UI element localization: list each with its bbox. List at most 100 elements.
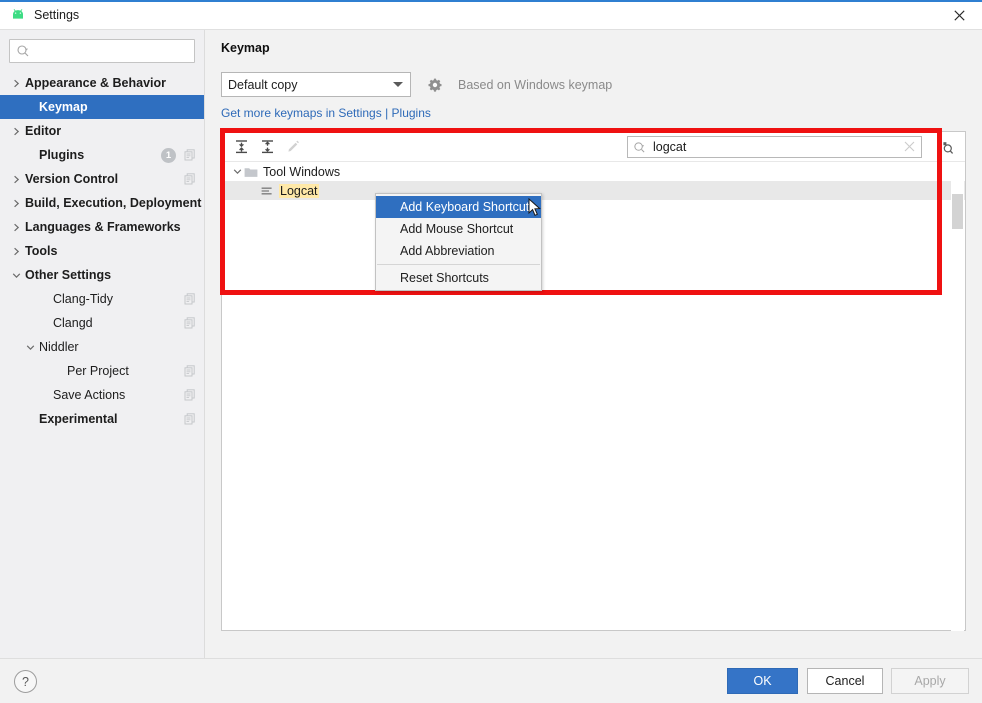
copy-settings-icon[interactable]	[184, 173, 196, 185]
collapse-all-icon[interactable]	[254, 135, 280, 159]
sidebar-item-label: Languages & Frameworks	[25, 220, 181, 234]
keymap-search-box[interactable]	[627, 136, 922, 158]
settings-content: Keymap Default copy Based on Windows key…	[206, 30, 982, 658]
close-icon[interactable]	[936, 1, 982, 29]
sidebar-item-per-project[interactable]: Per Project	[0, 359, 204, 383]
sidebar-item-label: Other Settings	[25, 268, 112, 282]
keymap-select-value: Default copy	[228, 77, 298, 92]
sidebar-item-label: Keymap	[39, 100, 88, 114]
context-menu-item-add-keyboard-shortcut[interactable]: Add Keyboard Shortcut	[376, 196, 541, 218]
sidebar-item-label: Clang-Tidy	[53, 292, 113, 306]
sidebar-item-clang-tidy[interactable]: Clang-Tidy	[0, 287, 204, 311]
folder-icon	[244, 166, 258, 178]
sidebar-item-appearance-behavior[interactable]: Appearance & Behavior	[0, 71, 204, 95]
sidebar-item-label: Version Control	[25, 172, 119, 186]
cancel-button[interactable]: Cancel	[807, 668, 883, 694]
find-by-shortcut-icon[interactable]	[932, 135, 958, 159]
context-menu-item-add-mouse-shortcut[interactable]: Add Mouse Shortcut	[376, 218, 541, 240]
context-menu-item-reset-shortcuts[interactable]: Reset Shortcuts	[376, 267, 541, 289]
copy-settings-icon[interactable]	[184, 317, 196, 329]
window-accent-line	[0, 0, 982, 2]
chevron-down-icon	[393, 82, 403, 87]
get-more-keymaps-link[interactable]: Get more keymaps in Settings | Plugins	[221, 106, 431, 120]
sidebar-item-languages-frameworks[interactable]: Languages & Frameworks	[0, 215, 204, 239]
sidebar-item-tools[interactable]: Tools	[0, 239, 204, 263]
search-icon	[633, 141, 646, 154]
keymap-node-label: Tool Windows	[263, 164, 341, 179]
keymap-tree: Tool Windows Logcat	[222, 162, 965, 200]
chevron-right-icon[interactable]	[10, 173, 22, 185]
sidebar-item-label: Clangd	[53, 316, 93, 330]
android-icon	[9, 6, 27, 24]
dialog-footer: ? OK Cancel Apply	[0, 658, 982, 703]
keymap-scrollbar-thumb[interactable]	[952, 194, 963, 229]
sidebar-item-label: Niddler	[39, 340, 79, 354]
sidebar-search-box[interactable]	[9, 39, 195, 63]
keymap-action-row[interactable]: Logcat	[222, 181, 965, 200]
sidebar-item-build-execution-deployment[interactable]: Build, Execution, Deployment	[0, 191, 204, 215]
window-titlebar: Settings	[0, 0, 982, 30]
sidebar-item-other-settings[interactable]: Other Settings	[0, 263, 204, 287]
keymap-node-label: Logcat	[279, 183, 319, 198]
chevron-down-icon[interactable]	[24, 341, 36, 353]
clear-x-icon[interactable]	[904, 141, 916, 153]
chevron-right-icon[interactable]	[10, 245, 22, 257]
expand-all-icon[interactable]	[228, 135, 254, 159]
sidebar-item-niddler[interactable]: Niddler	[0, 335, 204, 359]
sidebar-item-label: Tools	[25, 244, 58, 258]
keymap-controls-row: Default copy Based on Windows keymap	[221, 72, 612, 97]
sidebar-item-label: Editor	[25, 124, 62, 138]
keymap-search-input[interactable]	[651, 139, 904, 155]
sidebar-item-label: Build, Execution, Deployment	[25, 196, 202, 210]
ok-button[interactable]: OK	[727, 668, 798, 694]
edit-pencil-icon	[280, 135, 306, 159]
chevron-right-icon[interactable]	[10, 221, 22, 233]
sidebar-item-label: Experimental	[39, 412, 118, 426]
settings-sidebar: Appearance & Behavior Keymap Editor Plugins…	[0, 30, 205, 658]
context-menu-item-add-abbreviation[interactable]: Add Abbreviation	[376, 240, 541, 262]
page-title: Keymap	[221, 41, 270, 55]
sidebar-item-clangd[interactable]: Clangd	[0, 311, 204, 335]
based-on-label: Based on Windows keymap	[458, 77, 613, 92]
sidebar-item-version-control[interactable]: Version Control	[0, 167, 204, 191]
sidebar-item-editor[interactable]: Editor	[0, 119, 204, 143]
search-icon	[16, 44, 30, 58]
sidebar-item-label: Per Project	[67, 364, 129, 378]
chevron-right-icon[interactable]	[10, 77, 22, 89]
sidebar-tree: Appearance & Behavior Keymap Editor Plugins…	[0, 71, 204, 431]
context-menu-separator	[377, 264, 540, 265]
sidebar-item-experimental[interactable]: Experimental	[0, 407, 204, 431]
chevron-down-icon[interactable]	[230, 167, 244, 176]
apply-button: Apply	[891, 668, 969, 694]
sidebar-item-plugins[interactable]: Plugins 1	[0, 143, 204, 167]
chevron-right-icon[interactable]	[10, 197, 22, 209]
action-icon	[260, 185, 274, 197]
sidebar-item-label: Save Actions	[53, 388, 126, 402]
sidebar-item-keymap[interactable]: Keymap	[0, 95, 204, 119]
gear-icon[interactable]	[427, 77, 443, 93]
copy-settings-icon[interactable]	[184, 365, 196, 377]
window-title: Settings	[34, 7, 80, 22]
sidebar-item-label: Plugins	[39, 148, 85, 162]
keymap-group-row[interactable]: Tool Windows	[222, 162, 965, 181]
keymap-scrollbar[interactable]	[951, 163, 964, 631]
copy-settings-icon[interactable]	[184, 413, 196, 425]
copy-settings-icon[interactable]	[184, 293, 196, 305]
chevron-right-icon[interactable]	[10, 125, 22, 137]
copy-settings-icon[interactable]	[184, 389, 196, 401]
chevron-down-icon[interactable]	[10, 269, 22, 281]
keymap-select[interactable]: Default copy	[221, 72, 411, 97]
keymap-context-menu: Add Keyboard Shortcut Add Mouse Shortcut A…	[375, 193, 542, 291]
sidebar-item-badge: 1	[161, 147, 176, 163]
help-button[interactable]: ?	[14, 670, 37, 693]
sidebar-search-input[interactable]	[34, 43, 188, 59]
sidebar-item-save-actions[interactable]: Save Actions	[0, 383, 204, 407]
copy-settings-icon[interactable]	[184, 149, 196, 161]
keymap-toolbar	[222, 132, 965, 162]
